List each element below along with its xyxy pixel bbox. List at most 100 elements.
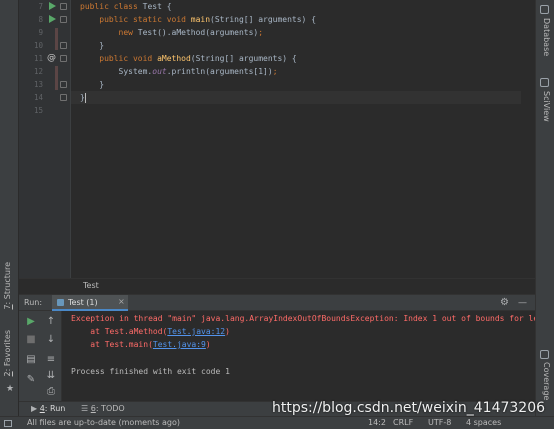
coverage-tool-tab[interactable]: Coverage: [542, 362, 551, 400]
gutter-line: 13: [19, 78, 71, 91]
breadcrumb: Test: [19, 278, 535, 294]
code-line[interactable]: }: [71, 91, 521, 104]
code-token: (String[] arguments) {: [190, 54, 297, 63]
gutter-line: 15: [33, 106, 43, 115]
run-config-tab-label: Test (1): [68, 298, 98, 307]
fold-icon[interactable]: [60, 42, 67, 49]
gutter-line: 7: [19, 0, 71, 13]
run-window-label: Run:: [24, 298, 43, 307]
gutter-line: 10: [19, 39, 71, 52]
code-line[interactable]: new Test().aMethod(arguments);: [71, 26, 521, 39]
restore-layout-icon[interactable]: ▤: [24, 353, 38, 367]
code-line[interactable]: public static void main(String[] argumen…: [71, 13, 521, 26]
indent-setting[interactable]: 4 spaces: [466, 418, 501, 427]
code-token: ;: [272, 67, 278, 76]
rerun-icon[interactable]: ▶: [24, 315, 38, 329]
sciview-tool-tab[interactable]: SciView: [542, 91, 551, 122]
tool-windows-icon[interactable]: [4, 420, 12, 427]
code-line[interactable]: public void aMethod(String[] arguments) …: [71, 52, 521, 65]
console-exception-line: Exception in thread "main" java.lang.Arr…: [71, 314, 535, 323]
run-config-tab[interactable]: Test (1) ×: [52, 295, 128, 311]
right-tool-strip: Database SciView Coverage: [535, 0, 554, 416]
sciview-icon: [540, 78, 549, 87]
structure-tool-tab[interactable]: 7: Structure: [3, 262, 12, 310]
left-tool-strip: 7: Structure 2: Favorites ★: [0, 0, 19, 416]
run-class-icon[interactable]: [49, 2, 56, 10]
gutter-line: 12: [33, 67, 43, 76]
code-line[interactable]: [71, 104, 521, 117]
code-token: Test {: [142, 2, 172, 11]
code-token: aMethod: [157, 54, 191, 63]
status-bar: All files are up-to-date (moments ago) 1…: [0, 416, 554, 429]
code-token: .println(arguments[: [166, 67, 259, 76]
pin-icon[interactable]: ✎: [24, 373, 38, 387]
soft-wrap-icon[interactable]: ≡: [44, 353, 58, 367]
todo-icon: ☰: [81, 404, 89, 413]
fold-icon[interactable]: [60, 16, 67, 23]
run-toolbar: ▶ ↑ ■ ↓ ▤ ≡ ⇊ ✎ ⎙: [19, 311, 62, 401]
console-exit-line: Process finished with exit code 1: [71, 367, 230, 376]
code-token: }: [80, 80, 105, 89]
favorites-tool-tab[interactable]: 2: Favorites: [3, 330, 12, 376]
stack-trace-line: at Test.aMethod(Test.java:12): [71, 327, 230, 336]
run-config-icon: [57, 299, 64, 306]
code-token: Test().aMethod(arguments): [137, 28, 259, 37]
code-line[interactable]: System.out.println(arguments[1]);: [71, 65, 521, 78]
code-token: new: [118, 28, 138, 37]
gutter-line: 14: [19, 91, 71, 104]
code-token: System.: [80, 67, 153, 76]
todo-tool-tab[interactable]: ☰ 6: TODO: [81, 404, 125, 413]
fold-icon[interactable]: [60, 81, 67, 88]
code-token: out: [152, 67, 167, 76]
stack-trace-link[interactable]: Test.java:12: [167, 327, 225, 336]
fold-icon[interactable]: [60, 55, 67, 62]
code-token: ]): [263, 67, 273, 76]
coverage-icon: [540, 350, 549, 359]
text-caret: [84, 92, 86, 103]
code-editor[interactable]: public class Test { public static void m…: [71, 0, 521, 278]
run-window-header: Run: Test (1) × ⚙ —: [19, 294, 535, 311]
status-message[interactable]: All files are up-to-date (moments ago): [27, 418, 180, 427]
code-token: public static void: [99, 15, 191, 24]
file-encoding[interactable]: UTF-8: [428, 418, 451, 427]
code-line[interactable]: }: [71, 78, 521, 91]
gear-icon[interactable]: ⚙: [500, 297, 509, 308]
play-icon: ▶: [31, 404, 38, 413]
editor-gutter: 7 8 9 10 11 @ 12 13 14 15: [19, 0, 71, 278]
stack-trace-link[interactable]: Test.java:9: [153, 340, 206, 349]
vcs-change-marker[interactable]: [55, 28, 58, 50]
gutter-line: 9: [38, 28, 43, 37]
fold-icon[interactable]: [60, 94, 67, 101]
database-tool-tab[interactable]: Database: [542, 18, 551, 56]
code-line[interactable]: public class Test {: [71, 0, 521, 13]
code-token: public void: [99, 54, 158, 63]
line-separator[interactable]: CRLF: [393, 418, 413, 427]
code-token: public class: [80, 2, 143, 11]
console-output[interactable]: Exception in thread "main" java.lang.Arr…: [62, 311, 535, 401]
caret-position[interactable]: 14:2: [368, 418, 386, 427]
gutter-line: 11 @: [19, 52, 71, 65]
annotation-icon[interactable]: @: [47, 52, 56, 65]
code-line[interactable]: }: [71, 39, 521, 52]
arrow-down-icon[interactable]: ↓: [44, 333, 58, 347]
breadcrumb-class[interactable]: Test: [83, 281, 99, 290]
stop-icon[interactable]: ■: [24, 333, 38, 347]
scroll-to-end-icon[interactable]: ⇊: [44, 369, 58, 383]
star-icon[interactable]: ★: [6, 384, 14, 394]
fold-icon[interactable]: [60, 3, 67, 10]
code-token: (String[] arguments) {: [210, 15, 317, 24]
vcs-change-marker[interactable]: [55, 66, 58, 90]
close-icon[interactable]: ×: [118, 297, 125, 306]
code-token: }: [80, 41, 105, 50]
code-token: main: [190, 15, 211, 24]
run-main-icon[interactable]: [49, 15, 56, 23]
watermark: https://blog.csdn.net/weixin_41473206: [272, 400, 546, 416]
print-icon[interactable]: ⎙: [44, 385, 58, 399]
arrow-up-icon[interactable]: ↑: [44, 315, 58, 329]
run-tool-tab[interactable]: ▶ 4: Run: [31, 404, 65, 413]
minimize-icon[interactable]: —: [518, 298, 527, 308]
database-icon: [540, 5, 549, 14]
